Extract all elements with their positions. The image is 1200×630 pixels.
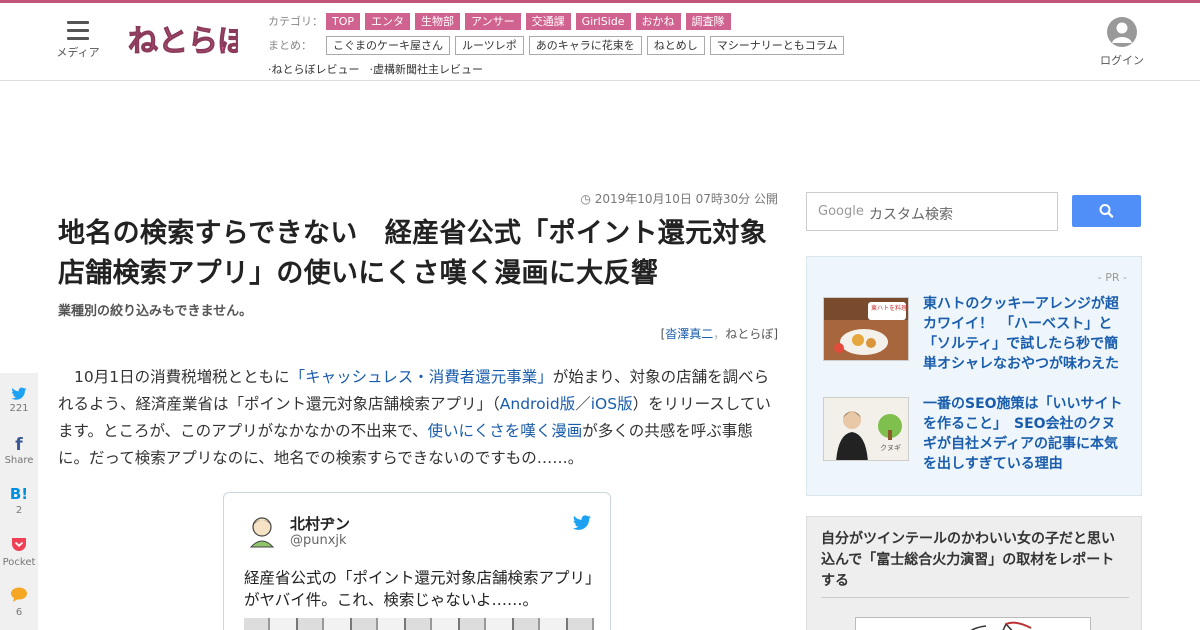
- facebook-share-button[interactable]: f Share: [0, 435, 38, 466]
- pr-thumb-caption: クヌギ: [880, 444, 901, 452]
- matome-koguma[interactable]: こぐまのケーキ屋さん: [326, 35, 450, 55]
- tweet-author-name[interactable]: 北村ヂン: [290, 513, 350, 534]
- matome-machinery[interactable]: マシーナリーともコラム: [709, 35, 845, 55]
- category-enta[interactable]: エンタ: [365, 12, 411, 30]
- logo-image: ねとらぼ: [128, 24, 250, 60]
- publish-date: ◷ 2019年10月10日 07時30分 公開: [58, 190, 778, 208]
- comment-count: 6: [15, 607, 23, 618]
- twitter-icon: [11, 387, 27, 400]
- author-link[interactable]: 沓澤真二: [665, 327, 713, 341]
- svg-text:ねとらぼ: ねとらぼ: [128, 24, 238, 59]
- ranking-thumbnail[interactable]: [855, 617, 1091, 630]
- comment-button[interactable]: 6: [0, 587, 38, 618]
- pocket-icon: [12, 538, 26, 551]
- pr-item-title[interactable]: 一番のSEO施策は「いいサイトを作ること」 SEO会社のクヌギが自社メディアの記…: [923, 394, 1127, 474]
- person-photo-image: クヌギ: [824, 398, 908, 460]
- ranking-title[interactable]: 自分がツインテールのかわいい女の子だと思い込んで「富士総合火力演習」の取材をレポ…: [821, 529, 1121, 592]
- manga-thumbnail-image: [970, 621, 1032, 630]
- category-nav: カテゴリ： TOP エンタ 生物部 アンサー 交通課 GirlSide おかね …: [268, 10, 849, 82]
- category-row: カテゴリ： TOP エンタ 生物部 アンサー 交通課 GirlSide おかね …: [268, 10, 849, 32]
- hatena-count: 2: [15, 505, 23, 516]
- divider: [821, 597, 1129, 598]
- embedded-tweet[interactable]: 北村ヂン @punxjk 経産省公式の「ポイント還元対象店舗検索アプリ」がヤバイ…: [223, 492, 611, 630]
- publish-date-text: 2019年10月10日 07時30分 公開: [594, 192, 778, 206]
- review-link-kyokou[interactable]: ·虚構新聞社主レビュー: [370, 61, 484, 77]
- category-chousatai[interactable]: 調査隊: [685, 12, 731, 30]
- share-bar: 221 f Share B! 2 Pocket 6: [0, 373, 38, 630]
- cashless-link[interactable]: 「キャッシュレス・消費者還元事業」: [290, 368, 553, 386]
- hatena-bookmark-button[interactable]: B! 2: [0, 485, 38, 516]
- category-answer[interactable]: アンサー: [465, 12, 521, 30]
- twitter-share-button[interactable]: 221: [0, 387, 38, 414]
- byline-separator: ，: [713, 327, 726, 341]
- paragraph-text-1: 10月1日の消費税増税とともに: [74, 368, 290, 386]
- category-koutsuuka[interactable]: 交通課: [525, 12, 571, 30]
- twitter-count: 221: [9, 403, 29, 414]
- android-link[interactable]: Android版: [500, 395, 575, 413]
- category-top[interactable]: TOP: [326, 12, 361, 30]
- tweet-manga-image[interactable]: [244, 618, 594, 630]
- pr-label: - PR -: [1097, 271, 1127, 284]
- pocket-label: Pocket: [2, 557, 36, 568]
- review-link-netorabo[interactable]: ·ねとらぼレビュー: [268, 61, 360, 77]
- ios-link[interactable]: iOS版: [591, 395, 633, 413]
- site-logo[interactable]: ねとらぼ: [126, 17, 250, 63]
- pr-thumb-caption: 東ハトを料理してみた: [871, 304, 909, 312]
- tweet-avatar[interactable]: [244, 513, 280, 549]
- article-byline: [沓澤真二，ねとらぼ]: [58, 325, 778, 342]
- category-girlside[interactable]: GirlSide: [575, 12, 631, 30]
- hamburger-icon: [67, 21, 89, 40]
- search-placeholder: カスタム検索: [869, 207, 953, 223]
- category-seibutsubu[interactable]: 生物部: [415, 12, 461, 30]
- pr-box: - PR - 東ハトを料理してみた 東ハトのクッキーアレンジが超カワイイ！ 「ハ…: [806, 256, 1142, 496]
- login-label: ログイン: [1100, 54, 1144, 67]
- comment-icon: [11, 587, 27, 602]
- article-subtitle: 業種別の絞り込みもできません。: [58, 304, 253, 319]
- matome-hanataba[interactable]: あのキャラに花束を: [528, 35, 642, 55]
- user-avatar-icon: [1107, 17, 1137, 47]
- hatena-icon: B!: [9, 485, 29, 503]
- pr-item-title[interactable]: 東ハトのクッキーアレンジが超カワイイ！ 「ハーベスト」と「ソルティ」で試したら秒…: [923, 294, 1127, 374]
- matome-roots[interactable]: ルーツレポ: [455, 35, 524, 55]
- cookie-plate-image: 東ハトを料理してみた: [824, 298, 909, 360]
- search-icon: [1099, 204, 1114, 218]
- byline-bracket-close: ]: [773, 327, 778, 341]
- byline-site: ねとらぼ: [725, 327, 774, 341]
- google-brand: Google: [818, 204, 864, 219]
- login-button[interactable]: ログイン: [1098, 17, 1146, 68]
- matome-row: まとめ： こぐまのケーキ屋さん ルーツレポ あのキャラに花束を ねとめし マシー…: [268, 34, 849, 56]
- matome-netomeshi[interactable]: ねとめし: [646, 35, 705, 55]
- tweet-text: 経産省公式の「ポイント還元対象店舗検索アプリ」がヤバイ件。これ、検索じゃないよ……: [244, 569, 593, 609]
- site-header: メディア ねとらぼ カテゴリ： TOP エンタ 生物部 アンサー 交通課 Gir…: [0, 3, 1200, 81]
- article: ◷ 2019年10月10日 07時30分 公開 地名の検索すらできない 経産省公…: [58, 190, 778, 630]
- paragraph-text-3: ／: [575, 395, 591, 413]
- category-label: カテゴリ：: [268, 15, 323, 28]
- pocket-button[interactable]: Pocket: [0, 537, 38, 568]
- twitter-bird-icon[interactable]: [572, 515, 592, 531]
- article-title: 地名の検索すらできない 経産省公式「ポイント還元対象店舗検索アプリ」の使いにくさ…: [58, 218, 767, 289]
- facebook-icon: f: [15, 435, 23, 455]
- ranking-box[interactable]: 自分がツインテールのかわいい女の子だと思い込んで「富士総合火力演習」の取材をレポ…: [806, 516, 1142, 630]
- search-input[interactable]: Google カスタム検索: [806, 192, 1058, 231]
- clock-icon: ◷: [580, 192, 595, 206]
- pr-thumbnail-seo[interactable]: クヌギ: [823, 397, 909, 461]
- matome-label: まとめ：: [268, 39, 312, 52]
- pr-thumbnail-cookie[interactable]: 東ハトを料理してみた: [823, 297, 909, 361]
- review-links: ·ねとらぼレビュー ·虚構新聞社主レビュー: [268, 58, 849, 80]
- manga-link[interactable]: 使いにくさを嘆く漫画: [428, 422, 583, 440]
- facebook-label: Share: [4, 455, 34, 466]
- media-menu-button[interactable]: メディア: [54, 21, 102, 60]
- tweet-author-handle[interactable]: @punxjk: [290, 533, 347, 548]
- category-okane[interactable]: おかね: [635, 12, 681, 30]
- article-paragraph: 10月1日の消費税増税とともに「キャッシュレス・消費者還元事業」が始まり、対象の…: [58, 364, 778, 472]
- media-menu-label: メディア: [56, 46, 100, 59]
- search-button[interactable]: [1072, 195, 1141, 227]
